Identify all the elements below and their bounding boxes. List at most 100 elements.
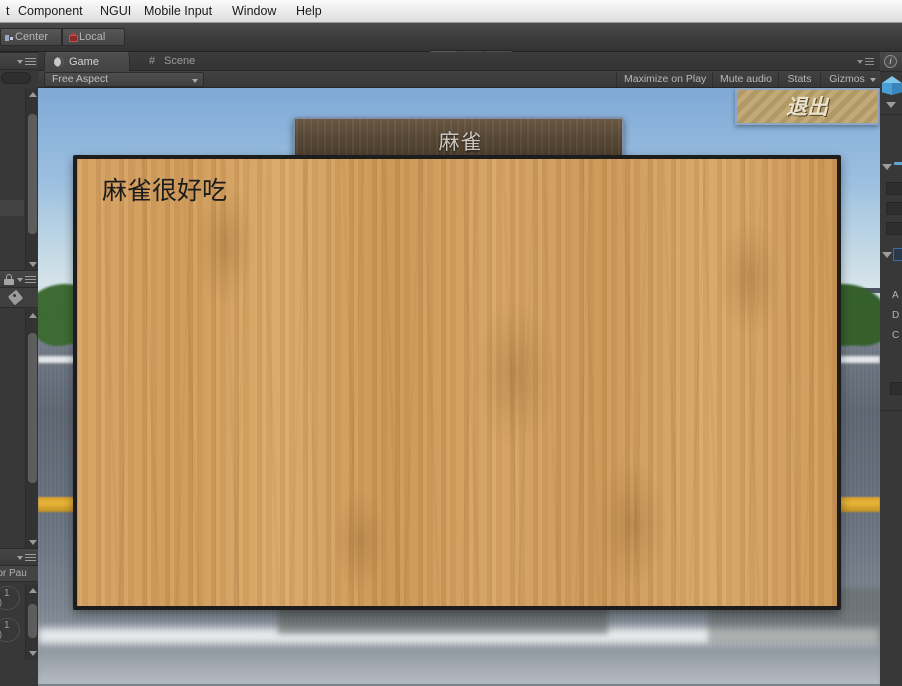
tab-scene-label: Scene — [164, 55, 196, 67]
panel-menu-icon[interactable] — [25, 276, 36, 284]
aspect-ratio-dropdown[interactable]: Free Aspect — [44, 72, 204, 87]
hierarchy-body — [0, 70, 38, 271]
hierarchy-selected-row[interactable] — [0, 200, 24, 216]
menu-item-mobile-input[interactable]: Mobile Input — [140, 3, 216, 20]
mute-audio-toggle[interactable]: Mute audio — [712, 72, 778, 87]
console-panel: ror Pau 1) 1) — [0, 548, 38, 686]
pivot-center-label: Center — [15, 31, 49, 43]
tab-game-label: Game — [69, 56, 99, 68]
maximize-on-play-toggle[interactable]: Maximize on Play — [616, 72, 712, 87]
exit-button-label: 退出 — [786, 96, 828, 119]
menu-item-component[interactable]: Component — [14, 3, 87, 20]
window-body-panel[interactable]: 麻雀很好吃 — [73, 155, 841, 610]
hierarchy-scrollbar[interactable] — [25, 88, 38, 271]
divider — [880, 410, 902, 411]
project-body — [0, 288, 38, 549]
inspector-label-a: A — [892, 290, 899, 301]
game-view-toolbar: Free Aspect Maximize on Play Mute audio … — [38, 71, 880, 88]
component-name-field[interactable] — [893, 248, 902, 261]
stats-label: Stats — [787, 73, 812, 85]
transform-icon — [894, 162, 902, 165]
error-pause-label[interactable]: ror Pau — [0, 568, 38, 579]
info-icon[interactable]: i — [884, 55, 897, 68]
project-scrollbar[interactable] — [25, 309, 38, 549]
tag-icon[interactable] — [7, 289, 25, 306]
game-view-tab-bar: Game # Scene — [38, 52, 880, 71]
tab-game[interactable]: Game — [44, 52, 130, 71]
chevron-down-icon — [870, 78, 876, 82]
editor-toolbar: Center Local — [0, 23, 902, 73]
chevron-down-icon[interactable] — [17, 278, 23, 282]
wood-knot — [597, 459, 667, 589]
console-body: ror Pau 1) 1) — [0, 566, 38, 686]
project-panel — [0, 270, 38, 549]
game-viewport[interactable]: 退出 麻雀 麻雀很好吃 — [38, 88, 880, 686]
console-entry-count-top: 1) — [0, 586, 20, 610]
wood-knot — [717, 219, 781, 337]
hierarchy-search-input[interactable] — [1, 72, 31, 84]
scroll-up-arrow-icon[interactable] — [29, 92, 37, 97]
inspector-field-1[interactable] — [890, 382, 902, 395]
center-pivot-icon — [5, 34, 13, 42]
panel-menu-icon[interactable] — [25, 58, 36, 66]
rotation-x-field[interactable] — [886, 202, 902, 215]
moon-icon — [54, 57, 65, 68]
console-toolbar: ror Pau — [0, 566, 38, 582]
pivot-local-label: Local — [79, 31, 106, 43]
component-foldout-icon[interactable] — [882, 252, 892, 258]
maximize-on-play-label: Maximize on Play — [624, 73, 707, 85]
chevron-down-icon — [192, 79, 198, 83]
scrollbar-thumb[interactable] — [28, 333, 37, 483]
console-entry-count-bottom: 1) — [0, 618, 20, 642]
scroll-up-arrow-icon[interactable] — [29, 313, 37, 318]
left-dock: ror Pau 1) 1) — [0, 52, 38, 686]
inspector-panel: i A D C — [880, 52, 902, 686]
mute-audio-label: Mute audio — [720, 73, 772, 85]
inspector-label-d: D — [892, 310, 900, 321]
scrollbar-thumb[interactable] — [28, 114, 37, 234]
gravel-shoulder — [38, 648, 880, 686]
scroll-down-arrow-icon[interactable] — [29, 262, 37, 267]
inspector-tab-row[interactable]: i — [880, 52, 902, 72]
gizmos-dropdown[interactable]: Gizmos — [820, 72, 880, 87]
local-space-icon — [69, 33, 78, 43]
gizmos-label: Gizmos — [829, 73, 865, 85]
menu-item-help[interactable]: Help — [292, 3, 326, 20]
console-scrollbar[interactable] — [25, 584, 38, 660]
panel-menu-icon[interactable] — [25, 554, 36, 562]
lock-icon[interactable] — [4, 274, 14, 285]
exit-button[interactable]: 退出 — [735, 88, 879, 125]
scale-x-field[interactable] — [886, 222, 902, 235]
menu-item-ngui[interactable]: NGUI — [96, 3, 135, 20]
chevron-down-icon[interactable] — [17, 60, 23, 64]
scroll-up-arrow-icon[interactable] — [29, 588, 37, 593]
hierarchy-panel — [0, 52, 38, 271]
window-body-text: 麻雀很好吃 — [102, 177, 228, 205]
prefab-foldout-icon[interactable] — [886, 102, 896, 108]
position-x-field[interactable] — [886, 182, 902, 195]
tab-scene[interactable]: # Scene — [140, 52, 218, 71]
menu-item-truncated[interactable]: t — [2, 3, 13, 20]
wood-knot — [475, 299, 555, 449]
transform-foldout-icon[interactable] — [882, 164, 892, 170]
project-tab-row[interactable] — [0, 271, 38, 288]
tab-overflow-caret-icon[interactable] — [857, 60, 863, 64]
hierarchy-tab-row[interactable] — [0, 53, 38, 70]
aspect-ratio-value: Free Aspect — [52, 73, 109, 85]
unity-editor-window: t Component NGUI Mobile Input Window Hel… — [0, 0, 902, 686]
divider — [880, 114, 902, 115]
window-title-text: 麻雀 — [438, 131, 483, 154]
pivot-local-toggle[interactable]: Local — [62, 28, 125, 46]
pivot-center-toggle[interactable]: Center — [0, 28, 62, 46]
menu-item-window[interactable]: Window — [228, 3, 280, 20]
tab-menu-icon[interactable] — [865, 58, 874, 65]
wood-knot — [333, 489, 387, 593]
scrollbar-thumb[interactable] — [28, 604, 37, 638]
scroll-down-arrow-icon[interactable] — [29, 651, 37, 656]
scroll-down-arrow-icon[interactable] — [29, 540, 37, 545]
menu-bar: t Component NGUI Mobile Input Window Hel… — [0, 0, 902, 23]
project-subtoolbar — [0, 288, 38, 308]
chevron-down-icon[interactable] — [17, 556, 23, 560]
console-tab-row[interactable] — [0, 549, 38, 566]
stats-toggle[interactable]: Stats — [778, 72, 820, 87]
